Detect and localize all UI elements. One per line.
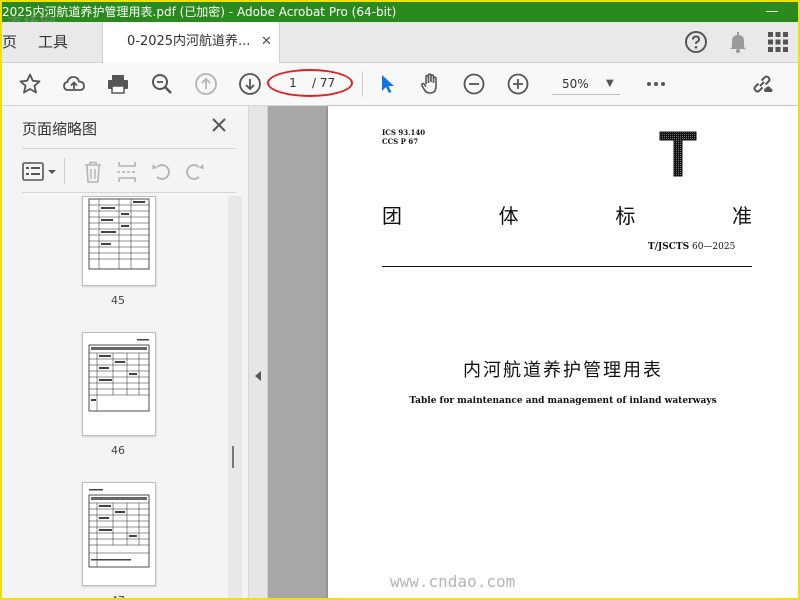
scrollbar-grip[interactable] (232, 446, 234, 468)
zoom-in-icon[interactable] (506, 72, 530, 96)
sidebar-close-icon[interactable] (210, 116, 228, 134)
star-icon[interactable] (18, 72, 42, 96)
thumbnail-page[interactable] (82, 196, 156, 286)
thumbnail-toolbar (22, 156, 236, 188)
standard-type-heading: 团 体 标 准 (382, 200, 752, 229)
thumbnail-page[interactable] (82, 332, 156, 436)
standard-code: T/JSCTS 60—2025 (648, 242, 735, 252)
document-title-en: Table for maintenance and management of … (409, 396, 717, 406)
tab-document-label: 0-2025内河航道养... (127, 34, 251, 49)
next-page-icon[interactable] (238, 72, 262, 96)
document-viewport[interactable]: ICS 93.140 CCS P 67 T 团 体 标 准 T/JSCTS 60… (268, 106, 798, 598)
title-bar: 2025内河航道养护管理用表.pdf (已加密) - Adobe Acrobat… (2, 2, 798, 22)
rotate-right-icon[interactable] (184, 160, 206, 184)
minimize-button[interactable]: — (758, 2, 786, 22)
standard-type-char: 标 (615, 204, 636, 228)
thumbnail-label: 46 (111, 444, 125, 457)
standard-type-char: 体 (498, 204, 519, 228)
tab-tools[interactable]: 工具 (38, 22, 68, 62)
thumbnail-label: 45 (111, 294, 125, 307)
ics-classification: ICS 93.140 CCS P 67 (382, 128, 425, 146)
divider (22, 192, 236, 193)
panel-splitter[interactable] (249, 106, 268, 598)
tab-close-icon[interactable]: ✕ (261, 22, 272, 62)
trash-icon[interactable] (82, 160, 104, 184)
header-rule (382, 266, 752, 267)
more-options-icon[interactable] (644, 72, 668, 96)
zoom-select[interactable]: 50% ▼ (552, 74, 620, 95)
chevron-down-icon: ▼ (606, 78, 614, 89)
zoom-value: 50% (562, 77, 589, 91)
previous-page-icon[interactable] (194, 72, 218, 96)
ccs-code: CCS P 67 (382, 137, 419, 146)
select-cursor-icon[interactable] (376, 72, 400, 96)
notification-bell-icon[interactable] (726, 30, 750, 54)
sidebar-title: 页面缩略图 (22, 120, 98, 138)
toolbar-separator (362, 71, 363, 97)
rotate-left-icon[interactable] (150, 160, 172, 184)
standard-type-char: 团 (382, 204, 402, 228)
highlight-oval (267, 69, 353, 97)
thumbnail-label: 47 (82, 594, 154, 598)
standard-t-logo: T (659, 131, 697, 177)
apps-grid-icon[interactable] (766, 30, 790, 54)
app-window: 2025内河航道养护管理用表.pdf (已加密) - Adobe Acrobat… (0, 0, 800, 600)
tab-bar: 页 工具 0-2025内河航道养... ✕ (2, 22, 798, 63)
thumbnail-list[interactable]: 45 46 (2, 196, 228, 598)
standard-code-number: 60—2025 (691, 242, 736, 252)
extract-pages-icon[interactable] (116, 160, 138, 184)
collapse-arrow-icon[interactable] (253, 370, 263, 382)
toolbar: 1 / 77 50% ▼ (2, 63, 798, 106)
standard-code-prefix: T/JSCTS (648, 242, 690, 252)
document-page: ICS 93.140 CCS P 67 T 团 体 标 准 T/JSCTS 60… (328, 106, 798, 598)
thumbnail-sidebar: 页面缩略图 45 46 (2, 106, 249, 598)
help-icon[interactable] (684, 30, 708, 54)
sidebar-scrollbar[interactable] (228, 196, 242, 598)
tab-home[interactable]: 页 (2, 22, 17, 62)
toolbar-separator (64, 158, 65, 184)
thumbnail-preview (88, 339, 150, 412)
thumbnail-options-icon[interactable] (22, 160, 58, 184)
search-zoom-icon[interactable] (150, 72, 174, 96)
hand-tool-icon[interactable] (418, 72, 442, 96)
thumbnail-preview (88, 198, 150, 270)
window-title: 2025内河航道养护管理用表.pdf (已加密) - Adobe Acrobat… (2, 5, 397, 19)
share-link-icon[interactable] (750, 72, 774, 96)
document-title-cn: 内河航道养护管理用表 (463, 360, 663, 381)
cloud-upload-icon[interactable] (62, 72, 86, 96)
tab-document[interactable]: 0-2025内河航道养... ✕ (102, 22, 280, 63)
ics-code: ICS 93.140 (382, 128, 426, 137)
divider (22, 148, 236, 149)
standard-type-char: 准 (731, 204, 752, 228)
thumbnail-page[interactable] (82, 482, 156, 586)
thumbnail-preview (88, 489, 150, 568)
print-icon[interactable] (106, 72, 130, 96)
zoom-out-icon[interactable] (462, 72, 486, 96)
